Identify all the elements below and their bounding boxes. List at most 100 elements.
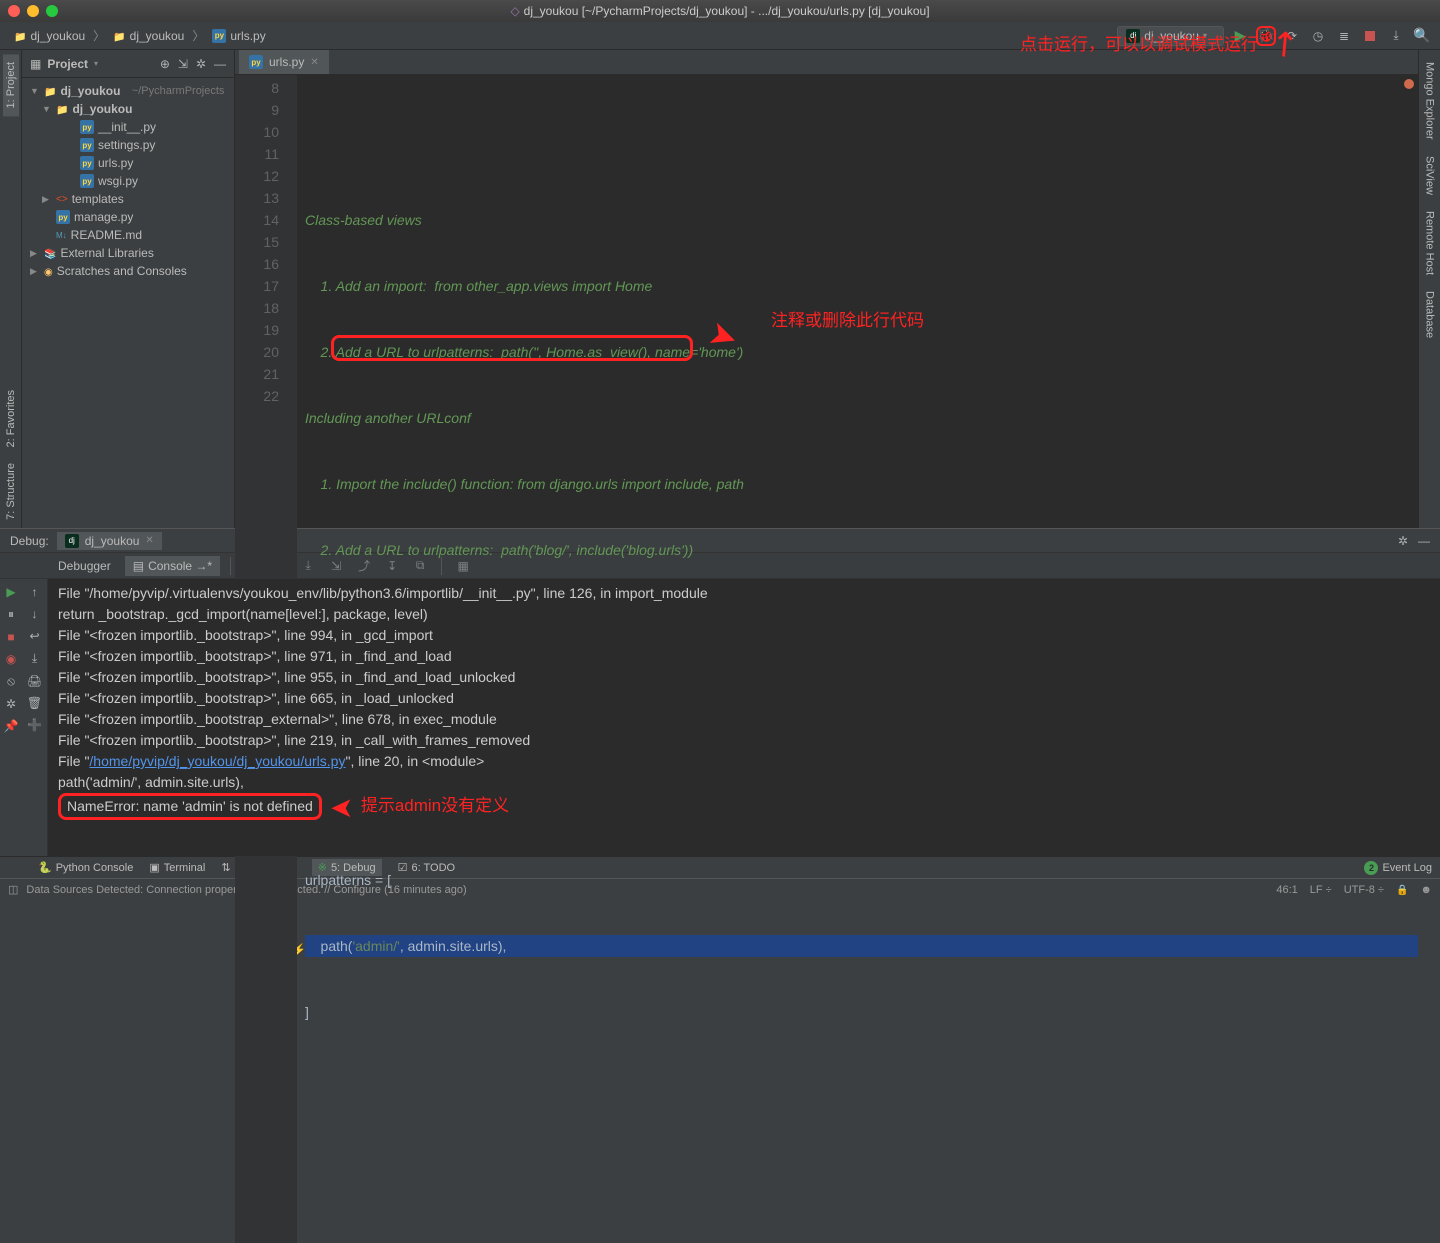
clear-icon[interactable]: 🗑 — [27, 696, 42, 710]
project-panel-header: ▦ Project ▾ ⊕ ⇲ ✲ — — [22, 50, 234, 78]
rerun-icon[interactable]: ▶ — [6, 585, 15, 599]
search-icon: 🔍 — [1413, 27, 1430, 44]
stop-icon[interactable]: ■ — [7, 630, 14, 644]
python-console-tab[interactable]: 🐍Python Console — [38, 861, 133, 874]
inspections-icon[interactable]: ☻ — [1420, 884, 1432, 896]
debug-frame-controls: ↑ ↓ ↩ ⤓ 🖨 🗑 ➕ — [22, 579, 48, 856]
transfer-icon: ⇅ — [221, 861, 230, 874]
scratches-icon — [44, 264, 53, 278]
scroll-end-icon[interactable]: ⤓ — [32, 651, 37, 666]
traceback-link[interactable]: /home/pyvip/dj_youkou/dj_youkou/urls.py — [89, 753, 345, 769]
editor-area: urls.py ✕ 8910111213141516171819202122 C… — [235, 50, 1418, 528]
close-session-icon[interactable]: ✕ — [145, 535, 153, 546]
up-stack-icon[interactable]: ↑ — [32, 585, 38, 599]
search-everywhere-button[interactable]: 🔍 — [1412, 26, 1432, 46]
arrow-icon: ➤ — [330, 797, 353, 818]
soft-wrap-icon[interactable]: ↩ — [29, 629, 39, 643]
tree-file[interactable]: urls.py — [22, 154, 234, 172]
window-controls — [8, 5, 58, 17]
tree-file[interactable]: wsgi.py — [22, 172, 234, 190]
new-watch-icon[interactable]: ➕ — [27, 718, 42, 732]
terminal-icon: ▣ — [149, 861, 159, 874]
attach-button[interactable]: ≣ — [1334, 26, 1354, 46]
folder-icon — [56, 102, 68, 116]
hide-panel-icon[interactable]: — — [214, 57, 226, 71]
tree-file[interactable]: manage.py — [22, 208, 234, 226]
python-file-icon — [80, 174, 94, 188]
view-breakpoints-icon[interactable]: ◉ — [6, 652, 16, 666]
tree-scratches[interactable]: ▶Scratches and Consoles — [22, 262, 234, 280]
breadcrumb-item[interactable]: urls.py — [206, 27, 271, 45]
hide-panel-icon[interactable]: — — [1418, 534, 1430, 548]
pin-icon[interactable]: 📌 — [4, 719, 19, 733]
left-tool-strip: 1: Project 2: Favorites 7: Structure — [0, 50, 22, 528]
folder-icon — [44, 84, 56, 98]
tree-file[interactable]: README.md — [22, 226, 234, 244]
project-tree[interactable]: ▼dj_youkou ~/PycharmProjects ▼dj_youkou … — [22, 78, 234, 528]
python-icon: 🐍 — [38, 861, 52, 874]
django-icon — [65, 534, 79, 548]
console-tab[interactable]: ▤Console →* — [125, 556, 220, 576]
down-stack-icon[interactable]: ↓ — [32, 607, 38, 621]
tree-folder[interactable]: ▶templates — [22, 190, 234, 208]
print-icon[interactable]: 🖨 — [27, 674, 42, 688]
python-file-icon — [249, 55, 263, 69]
project-tool-tab[interactable]: 1: Project — [3, 54, 19, 116]
collapse-all-icon[interactable]: ⇲ — [178, 57, 188, 71]
python-file-icon — [212, 29, 226, 43]
editor-tab-urls[interactable]: urls.py ✕ — [239, 50, 329, 74]
right-tool-strip: Mongo Explorer SciView Remote Host Datab… — [1418, 50, 1440, 528]
mute-breakpoints-icon[interactable]: ⦸ — [7, 674, 15, 689]
python-file-icon — [56, 210, 70, 224]
close-tab-icon[interactable]: ✕ — [310, 57, 318, 68]
tree-file[interactable]: settings.py — [22, 136, 234, 154]
debug-console-output[interactable]: File "/home/pyvip/.virtualenvs/youkou_en… — [48, 579, 1440, 856]
highlight-box-error: NameError: name 'admin' is not defined — [58, 793, 322, 820]
settings-console-icon[interactable]: ✲ — [6, 697, 16, 711]
stop-button[interactable] — [1360, 26, 1380, 46]
tree-file[interactable]: __init__.py — [22, 118, 234, 136]
project-tool-window: ▦ Project ▾ ⊕ ⇲ ✲ — ▼dj_youkou ~/Pycharm… — [22, 50, 235, 528]
breadcrumb[interactable]: dj_youkou 〉 dj_youkou 〉 urls.py — [8, 27, 272, 45]
remote-host-tab[interactable]: Remote Host — [1422, 203, 1438, 283]
tree-project-root[interactable]: ▼dj_youkou ~/PycharmProjects — [22, 82, 234, 100]
error-indicator-icon[interactable] — [1404, 79, 1414, 89]
structure-tool-tab[interactable]: 7: Structure — [3, 455, 19, 528]
library-icon — [44, 246, 56, 260]
zoom-window-icon[interactable] — [46, 5, 58, 17]
favorites-tool-tab[interactable]: 2: Favorites — [3, 382, 19, 455]
annotation-run-debug: 点击运行，可以以调试模式运行 — [1020, 30, 1258, 55]
close-window-icon[interactable] — [8, 5, 20, 17]
panel-title: Project — [47, 57, 88, 71]
terminal-tab[interactable]: ▣Terminal — [149, 861, 205, 874]
mongo-explorer-tab[interactable]: Mongo Explorer — [1422, 54, 1438, 148]
chevron-right-icon: 〉 — [93, 27, 105, 44]
folder-icon — [113, 29, 125, 43]
database-tab[interactable]: Database — [1422, 283, 1438, 346]
tree-package[interactable]: ▼dj_youkou — [22, 100, 234, 118]
minimize-window-icon[interactable] — [27, 5, 39, 17]
debug-panel-title: Debug: — [10, 534, 49, 548]
update-running-button[interactable]: ⤓ — [1386, 26, 1406, 46]
folder-icon — [14, 29, 26, 43]
resume-icon[interactable]: ⏸ — [8, 607, 14, 622]
quickfix-bulb-icon[interactable]: ⚡ — [297, 939, 306, 961]
window-title: ◇dj_youkou [~/PycharmProjects/dj_youkou]… — [510, 4, 929, 18]
breadcrumb-item[interactable]: dj_youkou — [107, 27, 190, 45]
profile-button[interactable]: ◷ — [1308, 26, 1328, 46]
debug-session-tab[interactable]: dj_youkou ✕ — [57, 532, 162, 550]
sciview-tab[interactable]: SciView — [1422, 148, 1438, 203]
locate-icon[interactable]: ⊕ — [160, 57, 170, 71]
stop-icon — [1365, 31, 1375, 41]
settings-icon[interactable]: ✲ — [196, 57, 206, 71]
annotation-admin-undefined: 提示admin没有定义 — [361, 796, 509, 815]
templates-folder-icon — [56, 194, 68, 205]
annotation-comment-line: 注释或删除此行代码 — [771, 310, 924, 332]
tool-window-toggle-icon[interactable]: ◫ — [8, 883, 18, 896]
chevron-down-icon[interactable]: ▾ — [94, 59, 98, 68]
python-file-icon — [80, 120, 94, 134]
python-file-icon — [80, 138, 94, 152]
debugger-tab[interactable]: Debugger — [50, 556, 119, 576]
tree-external-libraries[interactable]: ▶External Libraries — [22, 244, 234, 262]
breadcrumb-item[interactable]: dj_youkou — [8, 27, 91, 45]
